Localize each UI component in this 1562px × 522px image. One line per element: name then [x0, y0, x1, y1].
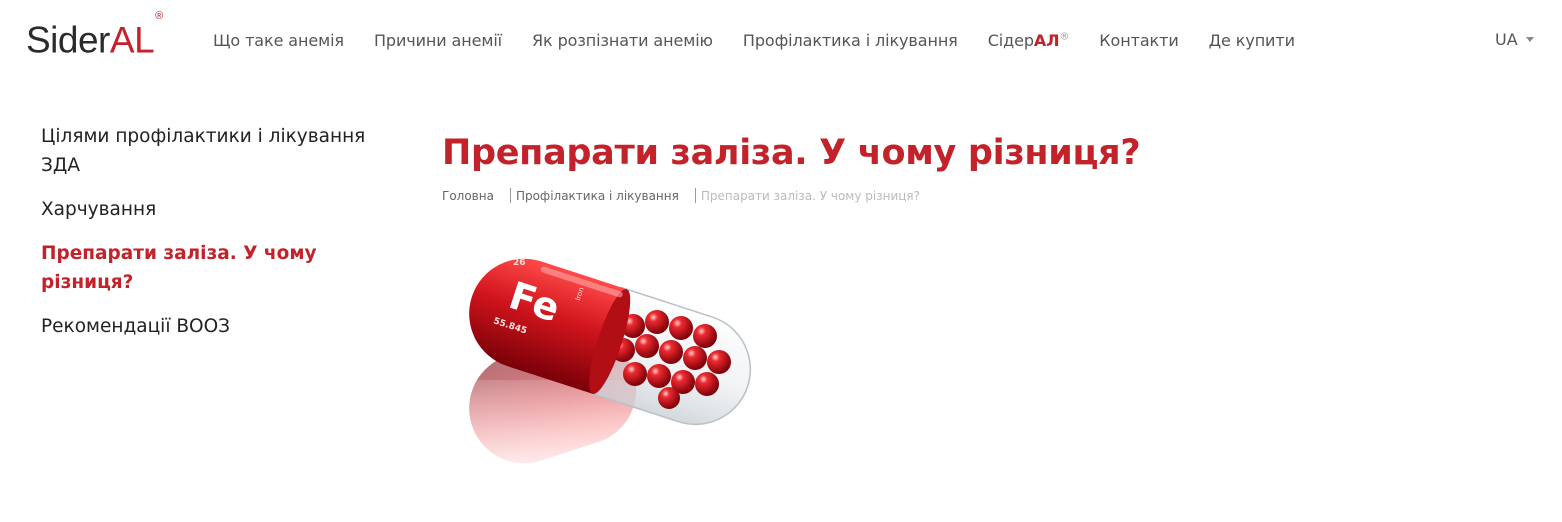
- breadcrumb-section[interactable]: Профілактика і лікування: [516, 189, 679, 203]
- nav-item-prevention[interactable]: Профілактика і лікування: [728, 31, 973, 50]
- sidebar-item-goals[interactable]: Цілями профілактики і лікування ЗДА: [41, 122, 401, 180]
- nav-sideral-accent: АЛ: [1033, 30, 1060, 50]
- nav-item-what-is-anemia[interactable]: Що таке анемія: [198, 31, 359, 50]
- logo-registered-mark: ®: [155, 10, 163, 22]
- sidebar-item-nutrition[interactable]: Харчування: [41, 195, 401, 224]
- chevron-down-icon: [1525, 37, 1534, 42]
- language-selector[interactable]: UA: [1495, 30, 1534, 49]
- iron-capsule-image: 26 Fe 55.845 Iron: [455, 230, 775, 490]
- nav-sideral-mark: ®: [1059, 31, 1070, 43]
- nav-item-recognize[interactable]: Як розпізнати анемію: [517, 31, 728, 50]
- sidebar-item-who-recommendations[interactable]: Рекомендації ВООЗ: [41, 312, 401, 341]
- breadcrumb-current: Препарати заліза. У чому різниця?: [700, 188, 921, 203]
- sidebar: Цілями профілактики і лікування ЗДА Харч…: [41, 122, 401, 356]
- breadcrumb: Головна Профілактика і лікування Препара…: [442, 188, 920, 203]
- iron-capsule-illustration: 26 Fe 55.845 Iron: [455, 258, 775, 490]
- nav-sideral-prefix: Сідер: [987, 30, 1034, 50]
- main-nav: Що таке анемія Причини анемії Як розпізн…: [198, 26, 1310, 54]
- breadcrumb-home[interactable]: Головна: [442, 189, 494, 203]
- sidebar-item-iron-preparations[interactable]: Препарати заліза. У чому різниця?: [41, 239, 401, 297]
- nav-item-sideral[interactable]: СідерАЛ®: [973, 31, 1085, 50]
- breadcrumb-separator: [694, 188, 696, 203]
- breadcrumb-separator: [509, 188, 511, 203]
- logo-text-main: Sider: [26, 19, 110, 61]
- capsule-atomic-number: 26: [513, 258, 526, 268]
- nav-item-where-to-buy[interactable]: Де купити: [1194, 31, 1310, 50]
- logo-text-accent: AL: [109, 19, 155, 61]
- nav-item-causes[interactable]: Причини анемії: [359, 31, 517, 50]
- logo[interactable]: SiderAL®: [26, 10, 163, 61]
- language-label: UA: [1495, 30, 1518, 49]
- page-title: Препарати заліза. У чому різниця?: [442, 133, 1141, 173]
- nav-item-contacts[interactable]: Контакти: [1084, 31, 1193, 50]
